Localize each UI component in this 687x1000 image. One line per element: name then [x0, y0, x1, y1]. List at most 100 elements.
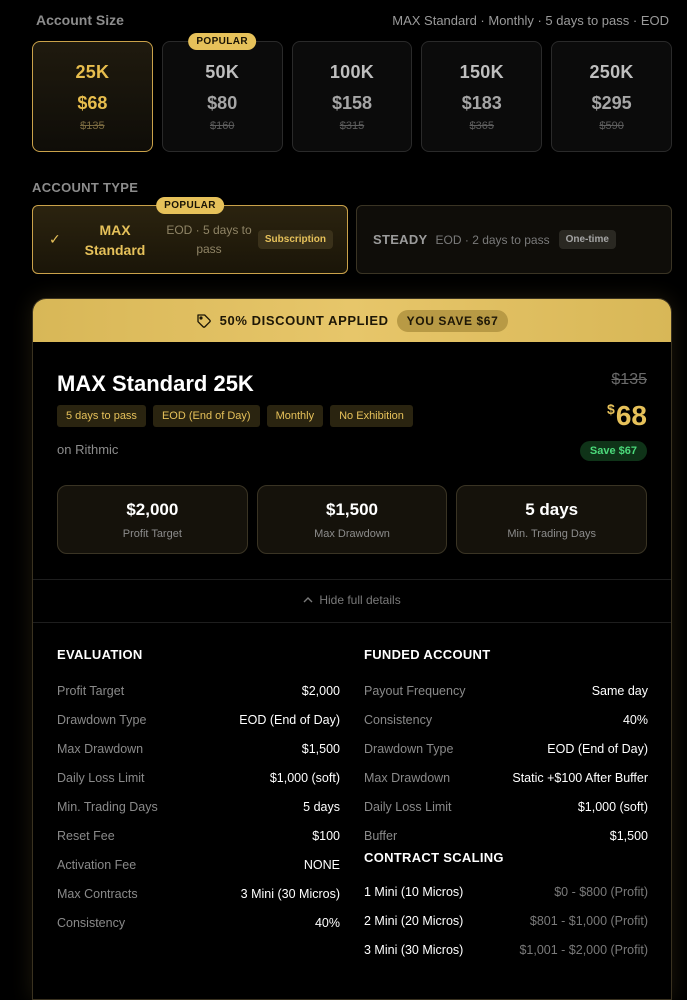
- size-price: $158: [331, 93, 373, 113]
- scaling-range: $801 - $1,000 (Profit): [529, 914, 648, 928]
- stat-label: Max Drawdown: [314, 527, 390, 540]
- scaling-range: $1,001 - $2,000 (Profit): [519, 943, 648, 957]
- size-card-100k[interactable]: 100K $158 $315: [291, 41, 413, 152]
- detail-value: $2,000: [301, 684, 340, 698]
- plan-chips: 5 days to pass EOD (End of Day) Monthly …: [57, 405, 413, 427]
- check-icon: ✓: [49, 231, 61, 247]
- save-pill: Save $67: [579, 441, 647, 461]
- account-type-selector: POPULAR ✓ MAX Standard EOD · 5 days to p…: [32, 197, 672, 274]
- size-old-price: $160: [209, 120, 235, 132]
- scaling-contracts: 1 Mini (10 Micros): [364, 885, 464, 899]
- detail-row: Drawdown Type EOD (End of Day): [57, 713, 340, 742]
- scaling-row: 1 Mini (10 Micros) $0 - $800 (Profit): [364, 885, 648, 914]
- account-size-label: Account Size: [36, 12, 124, 28]
- size-card-150k[interactable]: 150K $183 $365: [421, 41, 543, 152]
- popular-badge: POPULAR: [156, 197, 224, 214]
- stat-value: $1,500: [326, 499, 378, 519]
- subscription-tag: Subscription: [257, 230, 333, 249]
- detail-key: Max Drawdown: [364, 771, 451, 785]
- detail-value: $1,500: [301, 742, 340, 756]
- detail-row: Daily Loss Limit $1,000 (soft): [57, 771, 340, 800]
- detail-key: Profit Target: [57, 684, 125, 698]
- detail-key: Min. Trading Days: [57, 800, 158, 814]
- detail-key: Daily Loss Limit: [364, 800, 452, 814]
- plan-details-card: 50% DISCOUNT APPLIED YOU SAVE $67 MAX St…: [32, 298, 672, 1000]
- stat-value: $2,000: [126, 499, 179, 519]
- detail-key: Drawdown Type: [57, 713, 147, 727]
- detail-key: Activation Fee: [57, 858, 137, 872]
- size-old-price: $590: [599, 120, 624, 132]
- detail-row: Max Contracts 3 Mini (30 Micros): [57, 887, 340, 916]
- size-name: 25K: [75, 62, 110, 82]
- stat-label: Min. Trading Days: [507, 527, 596, 540]
- detail-key: Max Contracts: [57, 887, 138, 901]
- detail-key: Drawdown Type: [364, 742, 454, 756]
- detail-value: 3 Mini (30 Micros): [240, 887, 340, 901]
- detail-row: Drawdown Type EOD (End of Day): [364, 742, 648, 771]
- plan-old-price: $135: [611, 371, 647, 388]
- type-card-steady[interactable]: STEADY EOD · 2 days to pass One-time: [356, 205, 672, 274]
- contract-scaling-title: CONTRACT SCALING: [364, 850, 504, 865]
- size-old-price: $135: [80, 120, 105, 132]
- divider: [33, 622, 671, 623]
- size-price: $295: [591, 93, 632, 113]
- price-amount: 68: [615, 400, 647, 431]
- size-card-25k[interactable]: 25K $68 $135: [32, 41, 153, 152]
- detail-value: 40%: [622, 713, 648, 727]
- type-name: MAX Standard: [71, 220, 159, 260]
- detail-value: NONE: [303, 858, 340, 872]
- stat-max-drawdown: $1,500 Max Drawdown: [256, 485, 448, 554]
- size-card-250k[interactable]: 250K $295 $590: [551, 41, 672, 152]
- size-old-price: $315: [339, 120, 365, 132]
- plan-chip: Monthly: [266, 405, 324, 427]
- funded-title: FUNDED ACCOUNT: [364, 647, 491, 662]
- stat-label: Profit Target: [122, 527, 182, 540]
- plan-chip: 5 days to pass: [57, 405, 146, 427]
- plan-chip: No Exhibition: [330, 405, 413, 427]
- you-save-badge: YOU SAVE $67: [396, 309, 509, 332]
- discount-banner: 50% DISCOUNT APPLIED YOU SAVE $67: [33, 299, 671, 342]
- platform-label: on Rithmic: [57, 442, 119, 457]
- divider: [33, 579, 671, 580]
- scaling-contracts: 3 Mini (30 Micros): [364, 943, 464, 957]
- funded-account-section: FUNDED ACCOUNT Payout Frequency Same day …: [364, 647, 648, 972]
- type-description: EOD · 5 days to pass: [166, 222, 252, 256]
- evaluation-title: EVALUATION: [57, 647, 143, 662]
- detail-row: Min. Trading Days 5 days: [57, 800, 340, 829]
- detail-row: Profit Target $2,000: [57, 684, 340, 713]
- detail-row: Consistency 40%: [57, 916, 340, 945]
- size-name: 100K: [329, 62, 375, 82]
- plan-title: MAX Standard 25K: [57, 371, 254, 396]
- detail-key: Daily Loss Limit: [57, 771, 145, 785]
- price-currency: $: [607, 401, 615, 417]
- detail-key: Reset Fee: [57, 829, 115, 843]
- plan-chip: EOD (End of Day): [152, 405, 260, 427]
- detail-key: Consistency: [364, 713, 433, 727]
- scaling-row: 3 Mini (30 Micros) $1,001 - $2,000 (Profi…: [364, 943, 648, 972]
- scaling-range: $0 - $800 (Profit): [554, 885, 648, 899]
- top-bar: Account Size MAX Standard · Monthly · 5 …: [36, 10, 669, 30]
- type-card-max-standard[interactable]: POPULAR ✓ MAX Standard EOD · 5 days to p…: [32, 197, 348, 274]
- detail-key: Payout Frequency: [364, 684, 466, 698]
- popular-badge: POPULAR: [188, 33, 257, 50]
- size-name: 50K: [205, 62, 240, 82]
- discount-text: 50% DISCOUNT APPLIED: [219, 313, 389, 328]
- size-price: $68: [77, 93, 108, 113]
- detail-key: Max Drawdown: [57, 742, 144, 756]
- detail-value: Same day: [591, 684, 648, 698]
- detail-row: Max Drawdown Static +$100 After Buffer: [364, 771, 648, 800]
- tag-icon: [196, 313, 211, 328]
- size-name: 150K: [459, 62, 504, 82]
- detail-value: 40%: [314, 916, 340, 930]
- plan-price: $ 68: [607, 399, 647, 433]
- detail-row: Reset Fee $100: [57, 829, 340, 858]
- detail-value: Static +$100 After Buffer: [512, 771, 648, 785]
- size-card-50k[interactable]: POPULAR 50K $80 $160: [161, 33, 283, 152]
- detail-value: EOD (End of Day): [547, 742, 648, 756]
- account-type-label: ACCOUNT TYPE: [32, 180, 139, 195]
- detail-row: Max Drawdown $1,500: [57, 742, 340, 771]
- hide-details-toggle[interactable]: Hide full details: [33, 593, 671, 607]
- scaling-contracts: 2 Mini (20 Micros): [364, 914, 464, 928]
- one-time-tag: One-time: [558, 230, 616, 249]
- size-price: $183: [461, 93, 502, 113]
